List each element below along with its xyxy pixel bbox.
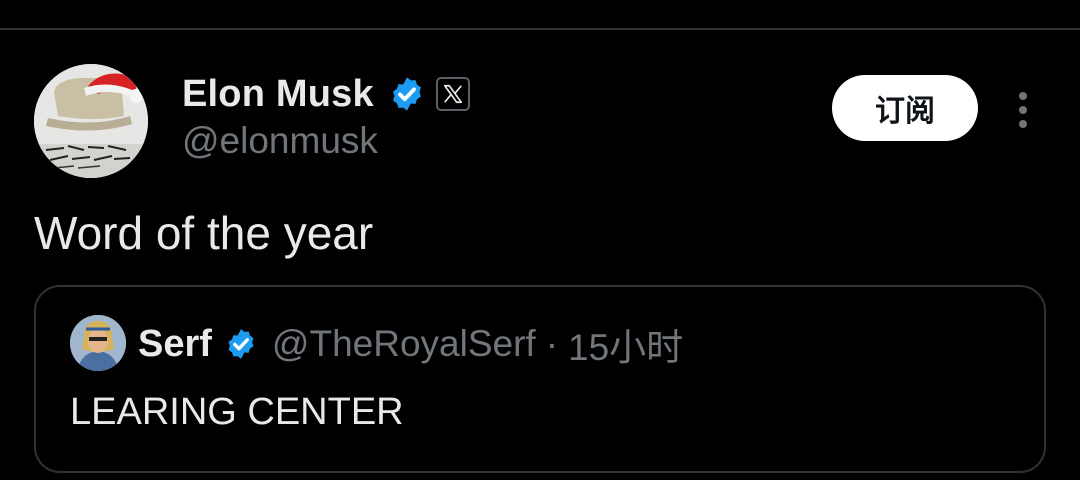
author-handle[interactable]: @elonmusk: [182, 120, 378, 162]
quoted-author-display-name[interactable]: Serf: [138, 323, 212, 366]
top-divider: [0, 28, 1080, 30]
tweet-text: Word of the year: [34, 207, 374, 259]
subscribe-button[interactable]: 订阅: [832, 75, 978, 141]
verified-badge-icon: [228, 329, 254, 359]
author-avatar[interactable]: [34, 64, 148, 178]
quoted-avatar-image: [70, 315, 126, 371]
quoted-author-handle[interactable]: @TheRoyalSerf: [272, 323, 536, 365]
x-logo-glyph: [443, 84, 462, 104]
x-logo-icon[interactable]: [435, 77, 470, 111]
quoted-tweet-header: Serf @TheRoyalSerf · 15小时: [138, 321, 683, 369]
avatar-image: [34, 64, 148, 178]
author-display-name[interactable]: Elon Musk: [182, 73, 374, 116]
quoted-tweet-text: LEARING CENTER: [70, 391, 404, 433]
more-vertical-icon[interactable]: [1008, 88, 1038, 132]
quoted-tweet-card[interactable]: Serf @TheRoyalSerf · 15小时 LEARING CENTER: [34, 285, 1046, 473]
tweet-view: Elon Musk @elonmusk 订阅 Word of the year: [0, 0, 1080, 480]
author-name-row: Elon Musk: [182, 70, 470, 118]
quoted-author-avatar[interactable]: [70, 315, 126, 371]
quoted-tweet-timestamp[interactable]: 15小时: [568, 317, 683, 371]
header-separator: ·: [545, 323, 559, 364]
verified-badge-icon: [392, 77, 421, 111]
